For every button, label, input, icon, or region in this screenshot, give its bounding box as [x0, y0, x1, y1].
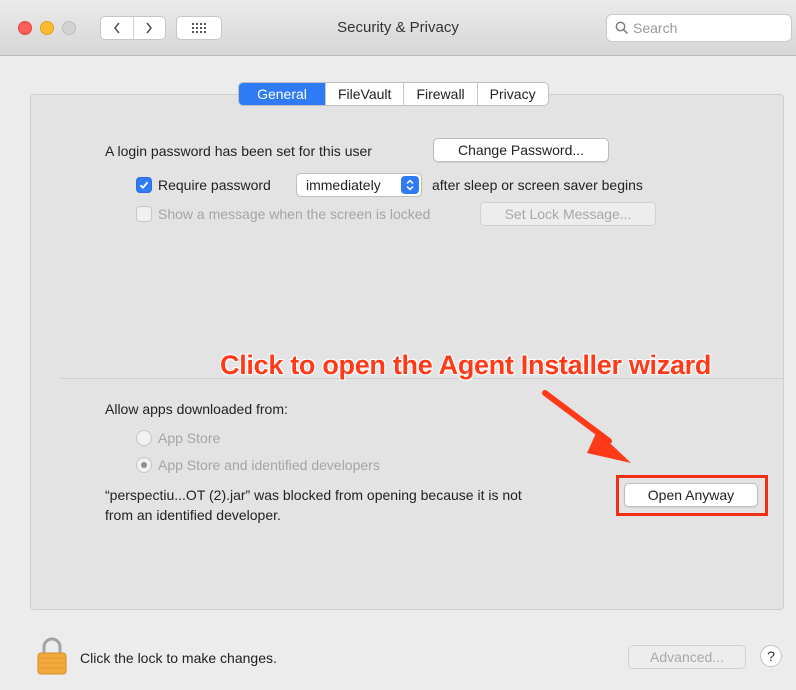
lock-icon[interactable] — [36, 636, 68, 676]
require-password-value: immediately — [306, 177, 381, 193]
lock-hint-text: Click the lock to make changes. — [80, 650, 277, 666]
tab-privacy[interactable]: Privacy — [476, 83, 548, 105]
advanced-button[interactable]: Advanced... — [628, 645, 746, 669]
title-bar: Security & Privacy — [0, 0, 796, 56]
radio-identified-developers[interactable] — [136, 457, 152, 473]
stepper-icon — [401, 176, 419, 194]
show-message-checkbox[interactable] — [136, 206, 152, 222]
allow-apps-heading: Allow apps downloaded from: — [105, 401, 288, 417]
checkmark-icon — [139, 181, 149, 190]
after-sleep-text: after sleep or screen saver begins — [432, 177, 643, 193]
radio-app-store-label: App Store — [158, 430, 221, 446]
arrow-icon — [542, 390, 631, 463]
annotation-text: Click to open the Agent Installer wizard — [220, 350, 712, 380]
search-input[interactable] — [633, 19, 783, 37]
radio-selected-dot — [141, 462, 147, 468]
tab-general[interactable]: General — [239, 83, 325, 105]
require-password-label: Require password — [158, 177, 271, 193]
open-anyway-button[interactable]: Open Anyway — [624, 483, 758, 507]
show-message-label: Show a message when the screen is locked — [158, 206, 431, 222]
tab-bar: General FileVault Firewall Privacy — [238, 82, 549, 106]
tab-firewall[interactable]: Firewall — [403, 83, 476, 105]
require-password-checkbox[interactable] — [136, 177, 152, 193]
change-password-button[interactable]: Change Password... — [433, 138, 609, 162]
tab-filevault[interactable]: FileVault — [325, 83, 403, 105]
radio-identified-developers-label: App Store and identified developers — [158, 457, 380, 473]
blocked-message-line1: “perspectiu...OT (2).jar” was blocked fr… — [105, 487, 522, 503]
login-password-text: A login password has been set for this u… — [105, 143, 372, 159]
set-lock-message-button[interactable]: Set Lock Message... — [480, 202, 656, 226]
search-icon — [615, 21, 629, 35]
radio-app-store[interactable] — [136, 430, 152, 446]
blocked-message-line2: from an identified developer. — [105, 507, 281, 523]
help-button[interactable]: ? — [760, 645, 782, 667]
search-field[interactable] — [606, 14, 792, 42]
require-password-popup[interactable]: immediately — [296, 173, 422, 197]
